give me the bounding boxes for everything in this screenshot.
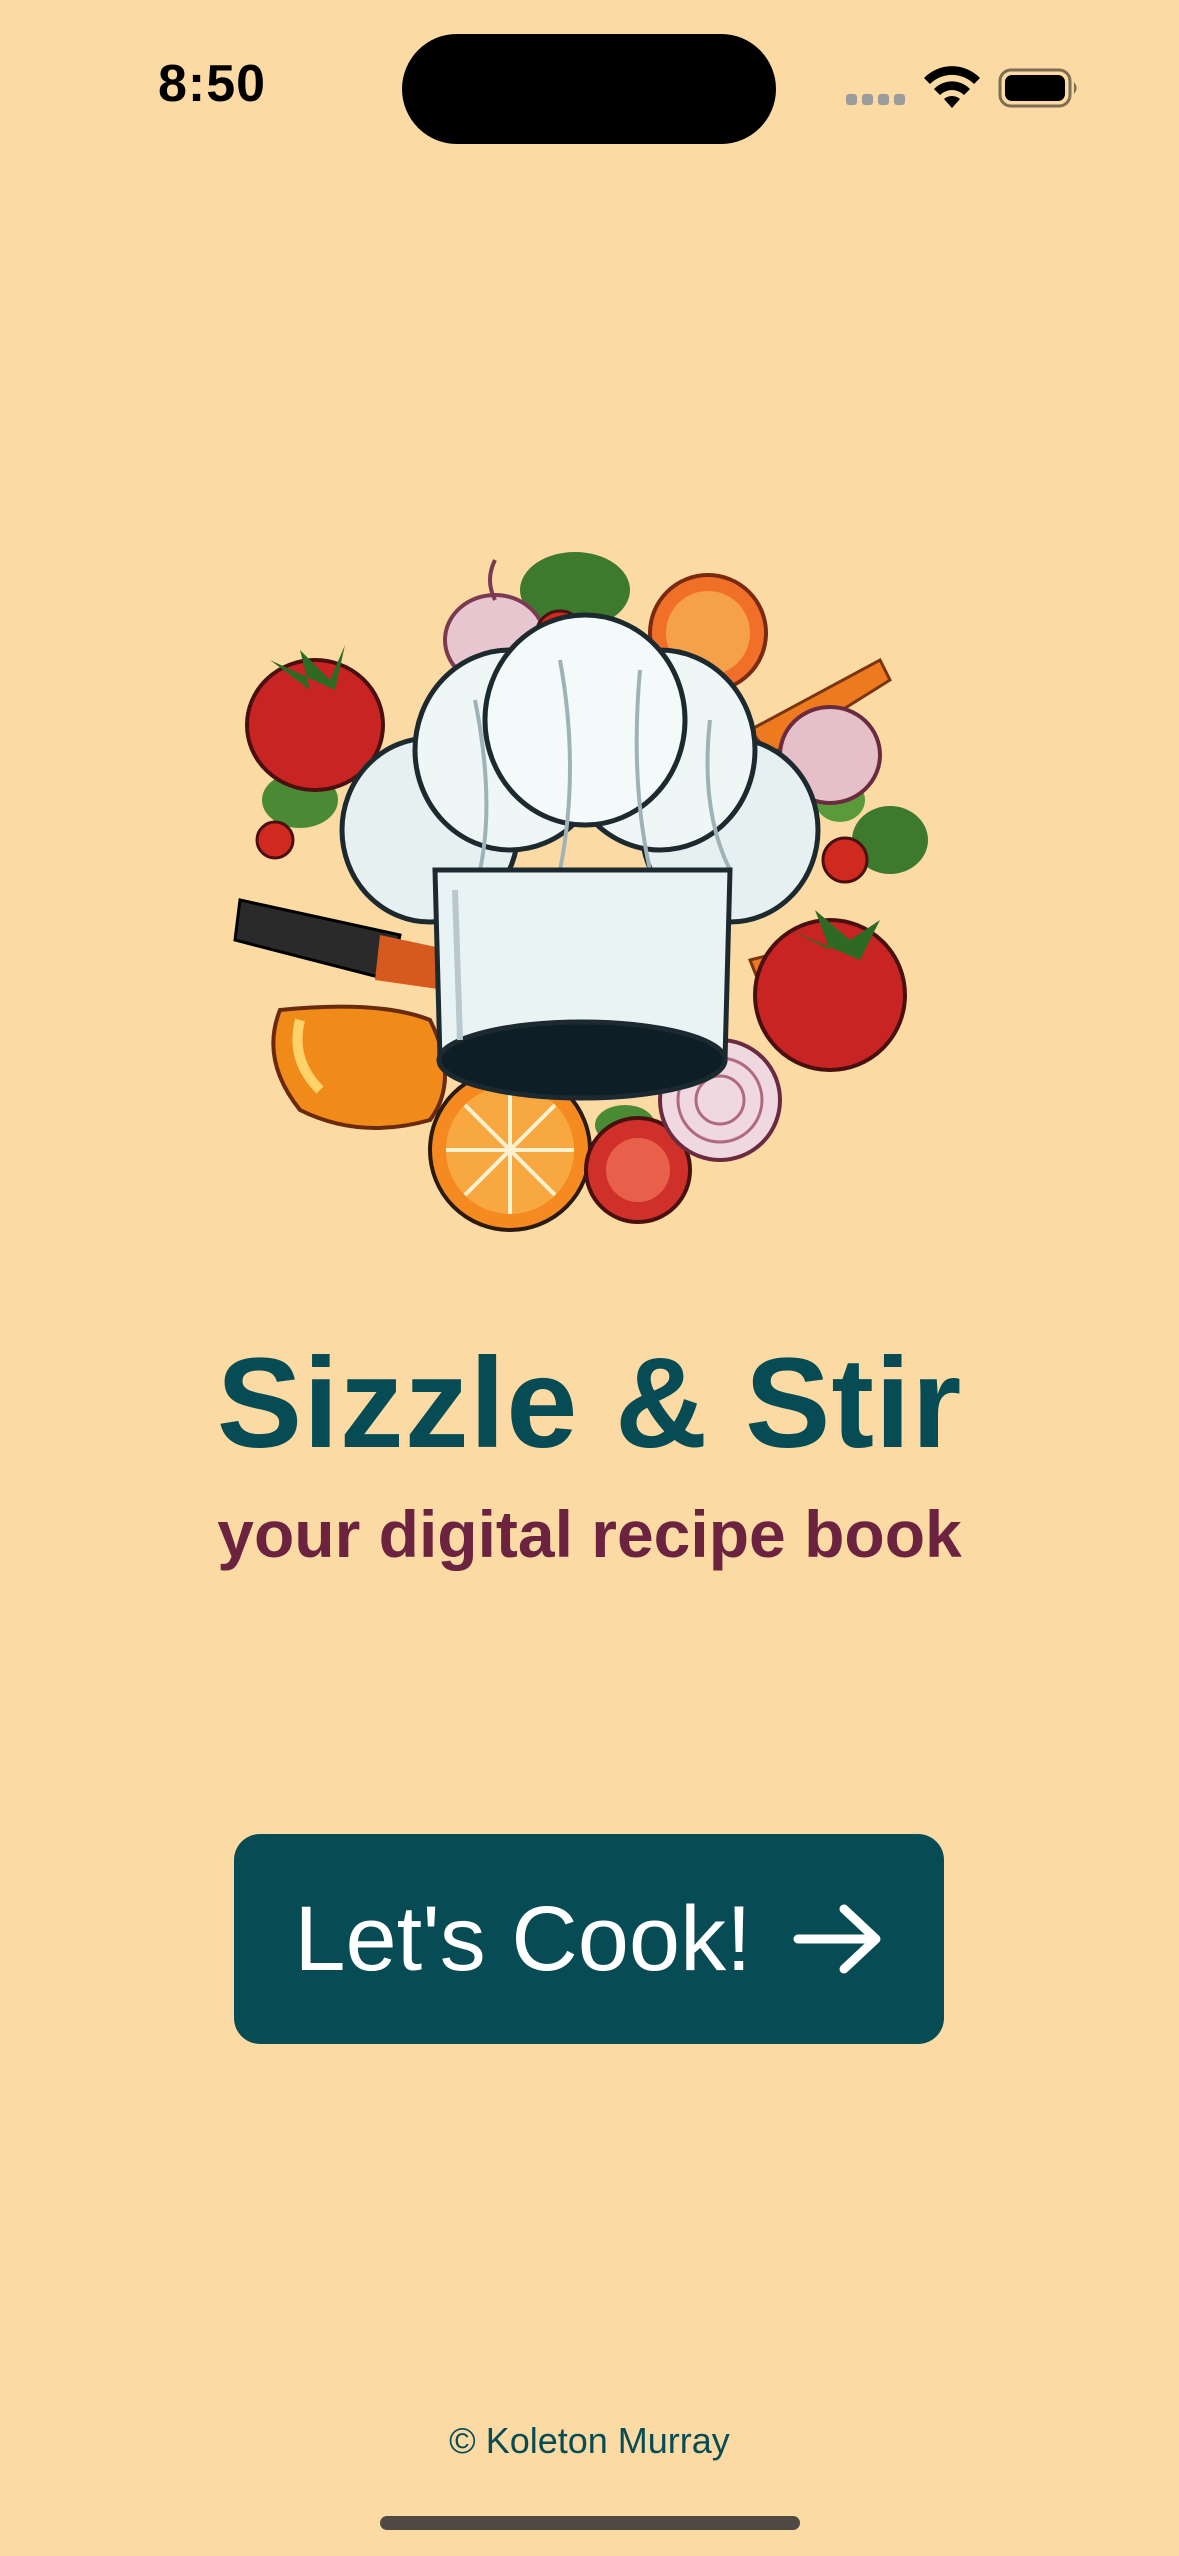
chef-hat-vegetables-logo	[233, 552, 928, 1232]
app-subtitle: your digital recipe book	[217, 1497, 962, 1571]
wifi-icon	[924, 66, 980, 108]
battery-icon	[998, 68, 1077, 108]
lets-cook-button[interactable]: Let's Cook!	[234, 1834, 944, 2044]
app-title: Sizzle & Stir	[216, 1332, 963, 1475]
status-bar: 8:50	[0, 0, 1179, 160]
home-indicator[interactable]	[380, 2516, 800, 2530]
arrow-right-icon	[793, 1904, 881, 1974]
cellular-signal-icon	[846, 94, 906, 106]
lets-cook-label: Let's Cook!	[294, 1887, 752, 1990]
status-time: 8:50	[158, 55, 267, 113]
footer-credit: © Koleton Murray	[449, 2420, 730, 2461]
dynamic-island	[402, 34, 776, 144]
